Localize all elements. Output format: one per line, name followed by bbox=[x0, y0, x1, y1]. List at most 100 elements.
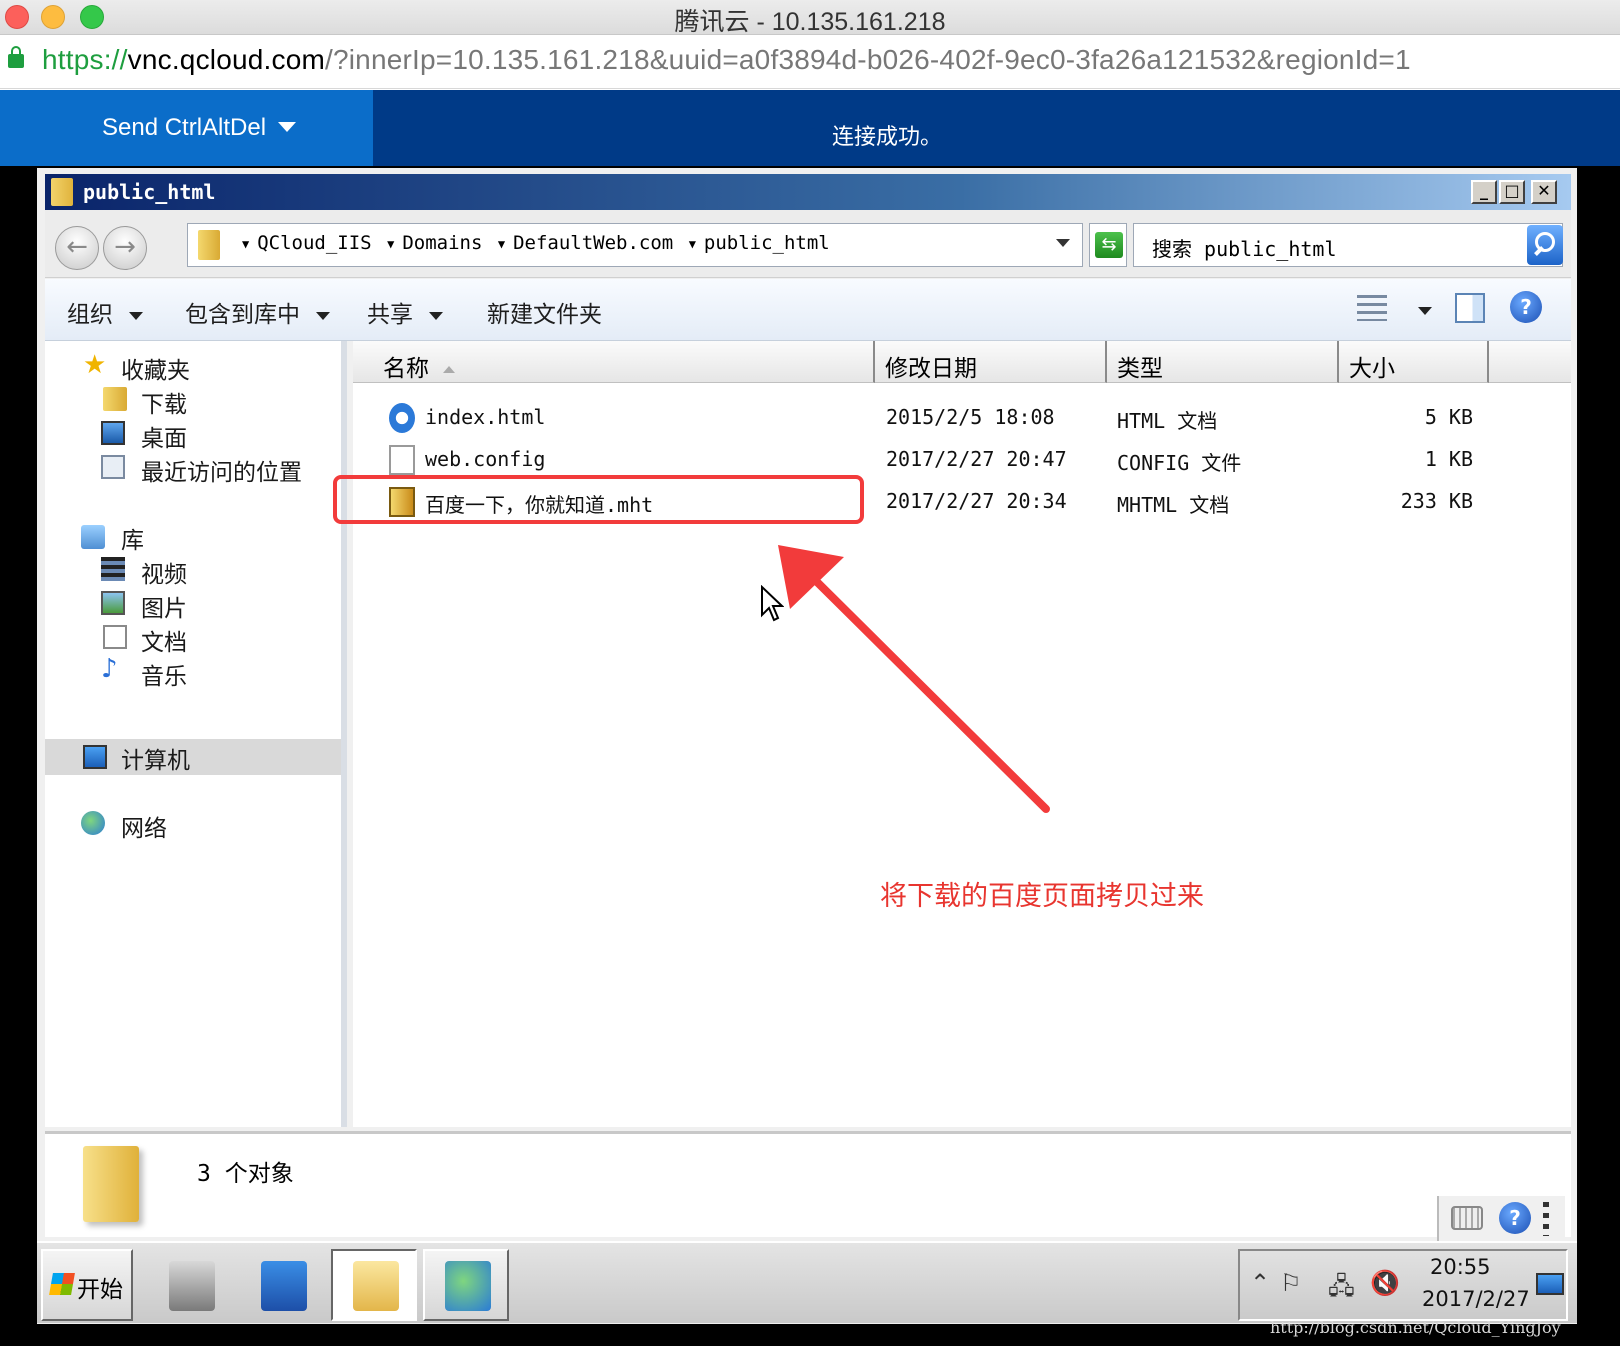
explorer-taskbar-button[interactable] bbox=[331, 1249, 417, 1321]
file-size: 5 KB bbox=[1424, 405, 1473, 429]
nav-libraries[interactable]: 库 bbox=[121, 521, 144, 555]
chevron-down-icon[interactable]: ▼ bbox=[242, 237, 249, 251]
network-tray-icon[interactable]: 🖧 bbox=[1328, 1269, 1355, 1310]
server-manager-button[interactable] bbox=[147, 1249, 233, 1321]
nav-music[interactable]: 音乐 bbox=[141, 657, 187, 691]
column-header-size[interactable]: 大小 bbox=[1339, 341, 1489, 383]
desktop-icon bbox=[101, 421, 125, 445]
chevron-down-icon[interactable]: ▼ bbox=[387, 237, 394, 251]
nav-computer[interactable]: 计算机 bbox=[121, 741, 190, 775]
recent-places-icon bbox=[101, 455, 125, 479]
file-name: web.config bbox=[425, 447, 546, 471]
preview-pane-icon[interactable] bbox=[1455, 293, 1485, 323]
explorer-titlebar: public_html _ □ ✕ bbox=[45, 174, 1571, 210]
forward-button[interactable]: → bbox=[103, 226, 147, 270]
powershell-button[interactable] bbox=[239, 1249, 325, 1321]
show-desktop-icon[interactable] bbox=[1536, 1273, 1564, 1295]
documents-icon bbox=[103, 625, 127, 649]
nav-network[interactable]: 网络 bbox=[121, 809, 167, 843]
column-name-label: 名称 bbox=[383, 356, 429, 382]
keyboard-icon[interactable] bbox=[1451, 1206, 1483, 1230]
share-menu[interactable]: 共享 bbox=[367, 295, 443, 329]
browser-titlebar: 腾讯云 - 10.135.161.218 bbox=[0, 0, 1620, 36]
include-library-menu[interactable]: 包含到库中 bbox=[185, 295, 330, 329]
close-button[interactable]: ✕ bbox=[1531, 180, 1557, 204]
maximize-button[interactable]: □ bbox=[1499, 180, 1525, 204]
vnc-toolbar: Send CtrlAltDel 连接成功。 bbox=[0, 90, 1620, 166]
share-label: 共享 bbox=[367, 302, 413, 328]
show-hidden-icons-icon[interactable]: ⌃ bbox=[1250, 1269, 1270, 1297]
blank-file-icon bbox=[389, 445, 415, 475]
table-row[interactable]: index.html 2015/2/5 18:08 HTML 文档 5 KB bbox=[353, 397, 1571, 437]
organize-menu[interactable]: 组织 bbox=[67, 295, 143, 329]
breadcrumb-item[interactable]: public_html bbox=[704, 232, 830, 254]
lock-icon bbox=[8, 46, 24, 68]
vnc-mini-toolbar: ? bbox=[1437, 1196, 1565, 1242]
back-button[interactable]: ← bbox=[55, 226, 99, 270]
help-icon[interactable]: ? bbox=[1510, 291, 1542, 323]
address-bar[interactable]: https://vnc.qcloud.com/?innerIp=10.135.1… bbox=[0, 36, 1620, 89]
refresh-button[interactable]: ⇆ bbox=[1089, 223, 1127, 267]
search-input[interactable]: 搜索 public_html bbox=[1133, 223, 1563, 267]
url-text[interactable]: https://vnc.qcloud.com/?innerIp=10.135.1… bbox=[42, 44, 1411, 76]
windows-logo-icon bbox=[49, 1273, 75, 1295]
start-button[interactable]: 开始 bbox=[41, 1249, 133, 1321]
volume-muted-icon[interactable]: 🔇 bbox=[1370, 1269, 1400, 1297]
libraries-icon bbox=[81, 525, 105, 549]
nav-recent[interactable]: 最近访问的位置 bbox=[141, 453, 302, 487]
pictures-icon bbox=[101, 591, 125, 615]
sort-ascending-icon bbox=[443, 366, 455, 373]
network-icon bbox=[81, 811, 105, 835]
change-view-icon[interactable] bbox=[1357, 295, 1387, 321]
breadcrumb-item[interactable]: Domains bbox=[402, 232, 482, 254]
url-scheme: https:// bbox=[42, 44, 128, 75]
column-header-date[interactable]: 修改日期 bbox=[875, 341, 1107, 383]
search-icon[interactable] bbox=[1527, 225, 1563, 265]
folder-icon bbox=[353, 1261, 399, 1311]
nav-documents[interactable]: 文档 bbox=[141, 623, 187, 657]
chevron-down-icon[interactable] bbox=[278, 122, 296, 132]
new-folder-button[interactable]: 新建文件夹 bbox=[487, 295, 602, 329]
address-history-dropdown[interactable] bbox=[1056, 239, 1070, 247]
explorer-title: public_html bbox=[83, 180, 216, 204]
breadcrumb-item[interactable]: QCloud_IIS bbox=[257, 232, 371, 254]
nav-downloads[interactable]: 下载 bbox=[141, 385, 187, 419]
clock-time[interactable]: 20:55 bbox=[1430, 1255, 1491, 1279]
clock-date[interactable]: 2017/2/27 bbox=[1422, 1287, 1530, 1311]
chevron-down-icon[interactable]: ▼ bbox=[689, 237, 696, 251]
folder-icon bbox=[51, 178, 73, 206]
video-icon bbox=[101, 557, 125, 581]
folder-icon bbox=[198, 230, 220, 260]
iis-manager-button[interactable] bbox=[423, 1249, 509, 1321]
connection-status: 连接成功。 bbox=[832, 125, 943, 150]
navigation-pane: ★ 收藏夹 下载 桌面 最近访问的位置 库 视频 图片 文档 ♪ 音乐 计算机 … bbox=[45, 341, 347, 1127]
flag-icon[interactable]: ⚐ bbox=[1280, 1269, 1302, 1297]
column-header-filler bbox=[1489, 341, 1571, 383]
send-ctrl-alt-del-button[interactable]: Send CtrlAltDel bbox=[0, 90, 373, 166]
more-options-icon[interactable] bbox=[1543, 1202, 1549, 1236]
help-icon[interactable]: ? bbox=[1499, 1202, 1531, 1234]
column-header-name[interactable]: 名称 bbox=[353, 341, 875, 383]
file-type: CONFIG 文件 bbox=[1117, 451, 1242, 475]
nav-desktop[interactable]: 桌面 bbox=[141, 419, 187, 453]
chevron-down-icon[interactable]: ▼ bbox=[498, 237, 505, 251]
breadcrumb[interactable]: ▼ QCloud_IIS ▼ Domains ▼ DefaultWeb.com ▼ pu… bbox=[187, 223, 1083, 267]
breadcrumb-item[interactable]: DefaultWeb.com bbox=[513, 232, 673, 254]
minimize-button[interactable]: _ bbox=[1471, 180, 1497, 204]
watermark: http://blog.csdn.net/Qcloud_YingJoy bbox=[1270, 1318, 1561, 1337]
downloads-folder-icon bbox=[103, 387, 127, 411]
column-header-type[interactable]: 类型 bbox=[1107, 341, 1339, 383]
nav-videos[interactable]: 视频 bbox=[141, 555, 187, 589]
chevron-down-icon[interactable] bbox=[1418, 307, 1432, 315]
computer-icon bbox=[83, 745, 107, 769]
details-pane: 3 个对象 bbox=[45, 1131, 1571, 1237]
file-size: 1 KB bbox=[1424, 447, 1473, 471]
file-type: MHTML 文档 bbox=[1117, 493, 1230, 517]
powershell-icon bbox=[261, 1261, 307, 1311]
nav-favorites[interactable]: 收藏夹 bbox=[121, 351, 190, 385]
system-tray: ⌃ ⚐ 🖧 🔇 20:55 2017/2/27 bbox=[1238, 1249, 1568, 1321]
organize-label: 组织 bbox=[67, 302, 113, 328]
nav-pictures[interactable]: 图片 bbox=[141, 589, 187, 623]
object-count: 3 个对象 bbox=[197, 1161, 294, 1187]
table-row[interactable]: web.config 2017/2/27 20:47 CONFIG 文件 1 K… bbox=[353, 439, 1571, 479]
